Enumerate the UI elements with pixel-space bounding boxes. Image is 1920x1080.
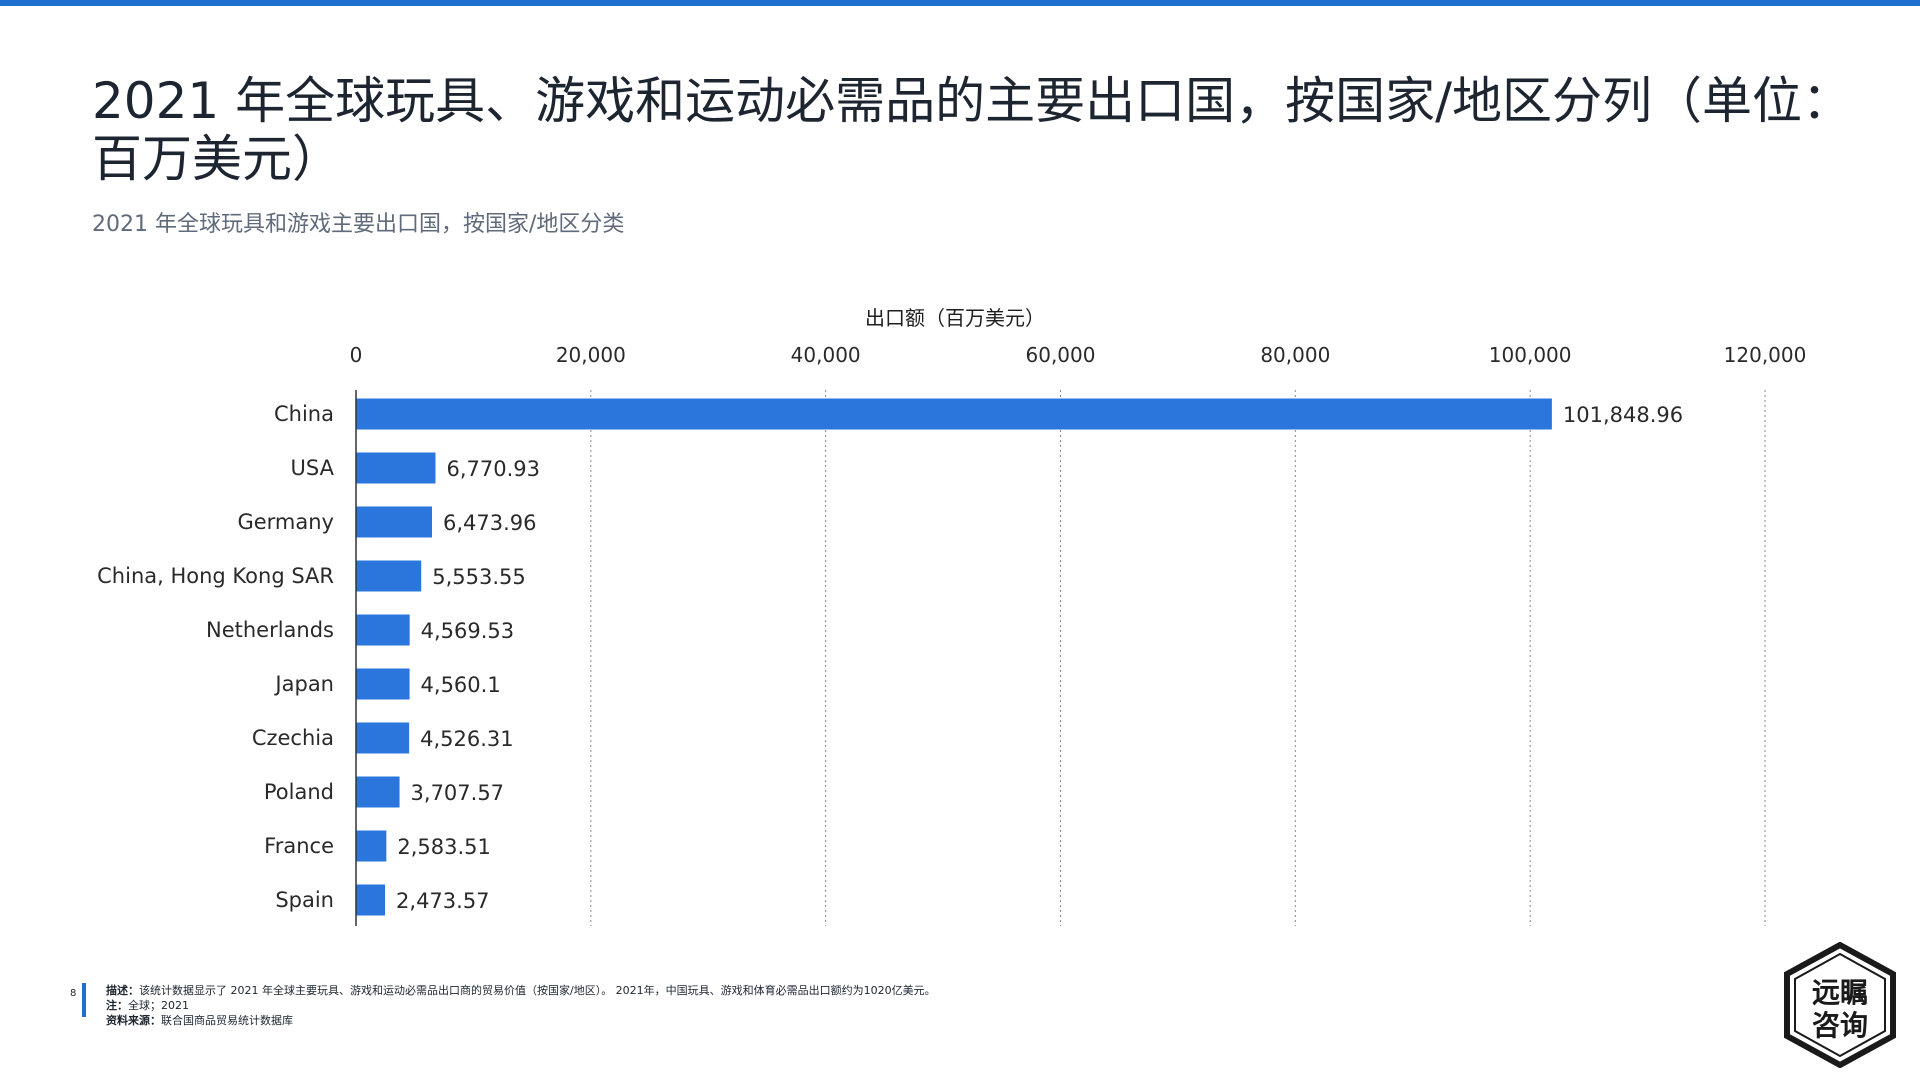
category-label: Netherlands [206, 618, 334, 642]
bar [356, 452, 436, 484]
value-label: 2,583.51 [397, 835, 491, 859]
bar [356, 506, 433, 538]
footer-note: 注：全球；2021 [106, 998, 936, 1013]
value-label: 6,473.96 [443, 511, 537, 535]
category-label: France [264, 834, 334, 858]
category-label: Poland [264, 780, 334, 804]
bar [356, 884, 386, 916]
x-tick-label: 40,000 [791, 343, 861, 367]
x-tick-label: 20,000 [556, 343, 626, 367]
bar [356, 722, 410, 754]
category-label: China, Hong Kong SAR [97, 564, 334, 588]
footer-description-text: 该统计数据显示了 2021 年全球主要玩具、游戏和运动必需品出口商的贸易价值（按… [139, 984, 936, 997]
footer-accent-bar [82, 983, 86, 1017]
category-labels: China USA Germany China, Hong Kong SAR Nethe… [97, 402, 334, 912]
category-label: USA [291, 456, 335, 480]
value-label: 5,553.55 [432, 565, 526, 589]
x-tick-label: 0 [350, 343, 363, 367]
value-label: 3,707.57 [411, 781, 505, 805]
bar [356, 398, 1552, 430]
bar [356, 614, 410, 646]
x-tick-label: 100,000 [1489, 343, 1572, 367]
footer-notes: 描述：该统计数据显示了 2021 年全球主要玩具、游戏和运动必需品出口商的贸易价… [106, 983, 936, 1028]
category-label: Japan [273, 672, 334, 696]
value-label: 4,526.31 [420, 727, 514, 751]
bar [356, 830, 387, 862]
logo-text-line2: 咨询 [1812, 1009, 1868, 1042]
x-tick-label: 120,000 [1724, 343, 1807, 367]
x-tick-label: 60,000 [1026, 343, 1096, 367]
category-label: Spain [275, 888, 334, 912]
footer-source: 资料来源：联合国商品贸易统计数据库 [106, 1013, 936, 1028]
category-label: China [274, 402, 334, 426]
logo-text-line1: 远瞩 [1812, 976, 1868, 1009]
category-label: Czechia [252, 726, 334, 750]
x-axis-title: 出口额（百万美元） [865, 306, 1045, 330]
page-subtitle: 2021 年全球玩具和游戏主要出口国，按国家/地区分类 [92, 212, 625, 237]
footer-description: 描述：该统计数据显示了 2021 年全球主要玩具、游戏和运动必需品出口商的贸易价… [106, 983, 936, 998]
value-labels: 101,848.96 6,770.93 6,473.96 5,553.55 4,569.… [396, 403, 1683, 913]
footer-source-text: 联合国商品贸易统计数据库 [161, 1014, 293, 1027]
grid-lines [590, 390, 1766, 926]
value-label: 101,848.96 [1563, 403, 1683, 427]
value-label: 2,473.57 [396, 889, 490, 913]
top-accent-bar [0, 0, 1920, 6]
value-label: 6,770.93 [447, 457, 541, 481]
bar-chart: 出口额（百万美元） 0 20,000 40,000 60,000 80,000 100,0… [97, 306, 1807, 926]
value-label: 4,569.53 [421, 619, 515, 643]
x-tick-labels: 0 20,000 40,000 60,000 80,000 100,000 120,000 [350, 343, 1807, 367]
footer-note-label: 注： [106, 999, 128, 1012]
footer-description-label: 描述： [106, 984, 139, 997]
bar [356, 776, 400, 808]
category-label: Germany [237, 510, 334, 534]
bar [356, 668, 410, 700]
bar [356, 560, 422, 592]
footer-note-text: 全球；2021 [128, 999, 189, 1012]
value-label: 4,560.1 [421, 673, 501, 697]
page-title: 2021 年全球玩具、游戏和运动必需品的主要出口国，按国家/地区分列（单位：百万… [92, 72, 1852, 188]
footer-source-label: 资料来源： [106, 1014, 161, 1027]
x-tick-label: 80,000 [1260, 343, 1330, 367]
page-number: 8 [70, 988, 77, 999]
company-logo: 远瞩 咨询 [1784, 942, 1896, 1068]
